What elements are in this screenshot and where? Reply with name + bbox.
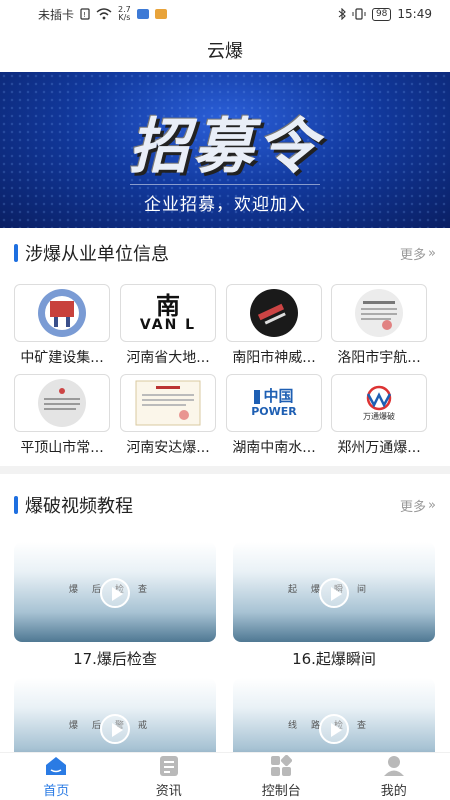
app-notification-icon — [136, 9, 149, 19]
video-section-header: 爆破视频教程 更多 » — [0, 490, 450, 520]
license-document-icon — [135, 380, 201, 426]
video-thumbnail: 爆后检查 — [14, 542, 216, 642]
unit-card[interactable]: 中矿建设集... — [14, 284, 110, 367]
vibrate-icon — [352, 8, 366, 20]
unit-logo: 南 VAN L — [120, 284, 216, 342]
recruitment-banner[interactable]: 招募令 企业招募，欢迎加入 — [0, 72, 450, 228]
app-notification-icon-2 — [154, 9, 167, 19]
tab-console[interactable]: 控制台 — [225, 753, 338, 800]
unit-card[interactable]: 洛阳市宇航... — [331, 284, 427, 367]
section-accent-bar — [14, 496, 18, 514]
mining-logo-icon — [38, 289, 86, 337]
network-speed: 2.7 K/s — [118, 5, 131, 22]
unit-card[interactable]: 平顶山市常... — [14, 374, 110, 457]
home-icon — [44, 755, 68, 777]
wantong-logo-icon — [366, 385, 392, 410]
video-section-title: 爆破视频教程 — [25, 496, 133, 517]
bluetooth-icon — [338, 8, 346, 20]
video-title: 17.爆后检查 — [73, 650, 157, 668]
video-more-link[interactable]: 更多 » — [400, 496, 436, 515]
tab-profile[interactable]: 我的 — [338, 753, 450, 800]
license-document-icon — [355, 289, 403, 337]
unit-card[interactable]: 中国 POWER 湖南中南水... — [226, 374, 322, 457]
banner-headline: 招募令 — [129, 112, 321, 182]
status-bar: 未插卡 ! 2.7 K/s 98 15:49 — [0, 0, 450, 28]
app-header: 云爆 — [0, 28, 450, 72]
video-card[interactable]: 起爆瞬间 16.起爆瞬间 — [233, 542, 435, 669]
chevron-right-icon: » — [428, 497, 436, 513]
tab-news[interactable]: 资讯 — [113, 753, 226, 800]
bottom-tab-bar: 首页 资讯 控制台 我的 — [0, 752, 450, 800]
carrier-text: 未插卡 — [38, 7, 75, 22]
units-more-link[interactable]: 更多 » — [400, 244, 436, 263]
battery-level: 98 — [371, 7, 392, 21]
sim-icon: ! — [80, 8, 90, 20]
profile-icon — [382, 755, 406, 777]
banner-divider — [130, 184, 320, 185]
unit-card[interactable]: 河南安达爆... — [120, 374, 216, 457]
svg-text:!: ! — [83, 11, 86, 19]
unit-logo: 中国 POWER — [226, 374, 322, 432]
page-title: 云爆 — [207, 41, 243, 62]
license-document-icon — [38, 379, 86, 427]
units-section-header: 涉爆从业单位信息 更多 » — [0, 238, 450, 268]
unit-card[interactable]: 南 VAN L 河南省大地... — [120, 284, 216, 367]
units-section-title: 涉爆从业单位信息 — [25, 244, 169, 265]
news-icon — [157, 755, 181, 777]
video-card[interactable]: 爆后检查 17.爆后检查 — [14, 542, 216, 669]
status-left: 未插卡 ! 2.7 K/s — [38, 6, 167, 23]
video-thumbnail: 起爆瞬间 — [233, 542, 435, 642]
play-icon[interactable] — [319, 578, 349, 608]
wifi-icon — [96, 8, 112, 20]
unit-logo — [14, 374, 110, 432]
section-accent-bar — [14, 244, 18, 262]
unit-logo — [226, 284, 322, 342]
chevron-right-icon: » — [428, 245, 436, 261]
unit-card[interactable]: 南阳市神威... — [226, 284, 322, 367]
clock: 15:49 — [397, 7, 432, 21]
explosive-photo-icon — [250, 289, 298, 337]
unit-logo — [331, 284, 427, 342]
console-icon — [269, 754, 293, 777]
unit-logo: 万通爆破 — [331, 374, 427, 432]
play-icon[interactable] — [100, 578, 130, 608]
play-icon[interactable] — [100, 714, 130, 744]
video-title: 16.起爆瞬间 — [292, 650, 376, 668]
play-icon[interactable] — [319, 714, 349, 744]
unit-card[interactable]: 万通爆破 郑州万通爆... — [331, 374, 427, 457]
power-logo-mark-icon — [254, 389, 261, 404]
status-right: 98 15:49 — [338, 7, 432, 21]
unit-logo — [120, 374, 216, 432]
banner-subtitle: 企业招募，欢迎加入 — [144, 195, 306, 215]
unit-logo — [14, 284, 110, 342]
section-divider — [0, 466, 450, 474]
tab-home[interactable]: 首页 — [0, 753, 113, 800]
